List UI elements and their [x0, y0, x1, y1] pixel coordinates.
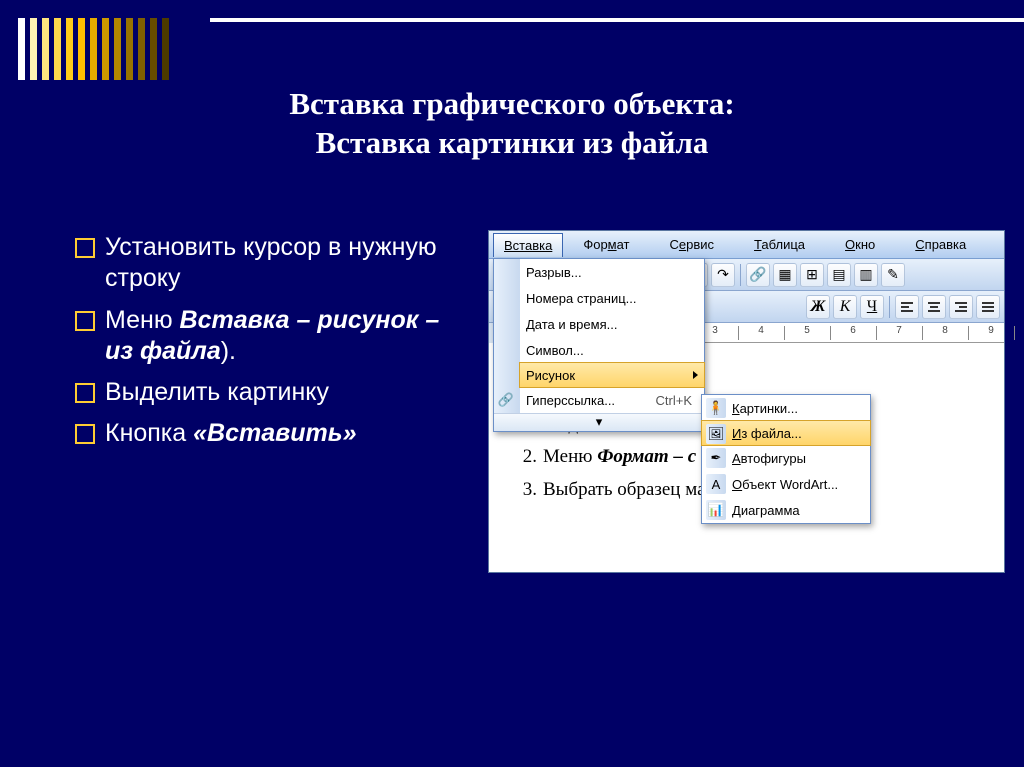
menu-bar[interactable]: Вставка Формат Сервис Таблица Окно Справ… [489, 231, 1004, 259]
menu-window[interactable]: Окно [825, 233, 895, 256]
insert-table-button[interactable]: ⊞ [800, 263, 824, 287]
menu-service[interactable]: Сервис [650, 233, 735, 256]
submenu-item-2[interactable]: ✒Автофигуры [702, 445, 870, 471]
bullet-4: Кнопка «Вставить» [75, 418, 455, 449]
align-justify-button[interactable] [976, 295, 1000, 319]
separator [889, 296, 890, 318]
align-center-button[interactable] [922, 295, 946, 319]
columns-button[interactable]: ▥ [854, 263, 878, 287]
menu-help[interactable]: Справка [895, 233, 986, 256]
submenu-item-4[interactable]: 📊Диаграмма [702, 497, 870, 523]
menu-item-1[interactable]: Номера страниц... [520, 285, 704, 311]
bold-button[interactable]: Ж [806, 295, 830, 319]
title-line-2: Вставка картинки из файла [0, 124, 1024, 163]
picture-submenu[interactable]: 🧍Картинки...🖼Из файла...✒АвтофигурыAОбъе… [701, 394, 871, 524]
align-right-button[interactable] [949, 295, 973, 319]
submenu-item-icon: 🖼 [706, 424, 726, 444]
separator [740, 264, 741, 286]
drawing-button[interactable]: ✎ [881, 263, 905, 287]
italic-button[interactable]: К [833, 295, 857, 319]
menu-insert[interactable]: Вставка [493, 233, 563, 257]
submenu-item-1[interactable]: 🖼Из файла... [701, 420, 871, 446]
menu-format[interactable]: Формат [563, 233, 649, 256]
underline-button[interactable]: Ч [860, 295, 884, 319]
align-left-button[interactable] [895, 295, 919, 319]
header-bars-decor [18, 18, 169, 80]
menu-item-2[interactable]: Дата и время... [520, 311, 704, 337]
hyperlink-button[interactable]: 🔗 [746, 263, 770, 287]
redo-button[interactable]: ↷ [711, 263, 735, 287]
bullet-list: Установить курсор в нужную строку Меню В… [75, 232, 455, 460]
submenu-item-icon: 🧍 [706, 398, 726, 418]
submenu-item-3[interactable]: AОбъект WordArt... [702, 471, 870, 497]
menu-item-icon: 🔗 [496, 390, 516, 410]
word-window: Вставка Формат Сервис Таблица Окно Справ… [488, 230, 1005, 573]
menu-item-3[interactable]: Символ... [520, 337, 704, 363]
slide-title: Вставка графического объекта: Вставка ка… [0, 85, 1024, 163]
bullet-3: Выделить картинку [75, 377, 455, 408]
submenu-item-0[interactable]: 🧍Картинки... [702, 395, 870, 421]
bullet-1: Установить курсор в нужную строку [75, 232, 455, 295]
submenu-item-icon: A [706, 474, 726, 494]
excel-button[interactable]: ▤ [827, 263, 851, 287]
bullet-2: Меню Вставка – рисунок – из файла). [75, 305, 455, 368]
submenu-arrow-icon [693, 371, 698, 379]
menu-table[interactable]: Таблица [734, 233, 825, 256]
insert-menu-dropdown[interactable]: Разрыв...Номера страниц...Дата и время..… [493, 258, 705, 432]
submenu-item-icon: 📊 [706, 500, 726, 520]
menu-item-5[interactable]: 🔗Гиперссылка...Ctrl+K [520, 387, 704, 413]
submenu-item-icon: ✒ [706, 448, 726, 468]
expand-menu-button[interactable]: ▾ [494, 413, 704, 431]
menu-item-4[interactable]: Рисунок [519, 362, 705, 388]
menu-item-0[interactable]: Разрыв... [520, 259, 704, 285]
title-line-1: Вставка графического объекта: [0, 85, 1024, 124]
tables-button[interactable]: ▦ [773, 263, 797, 287]
